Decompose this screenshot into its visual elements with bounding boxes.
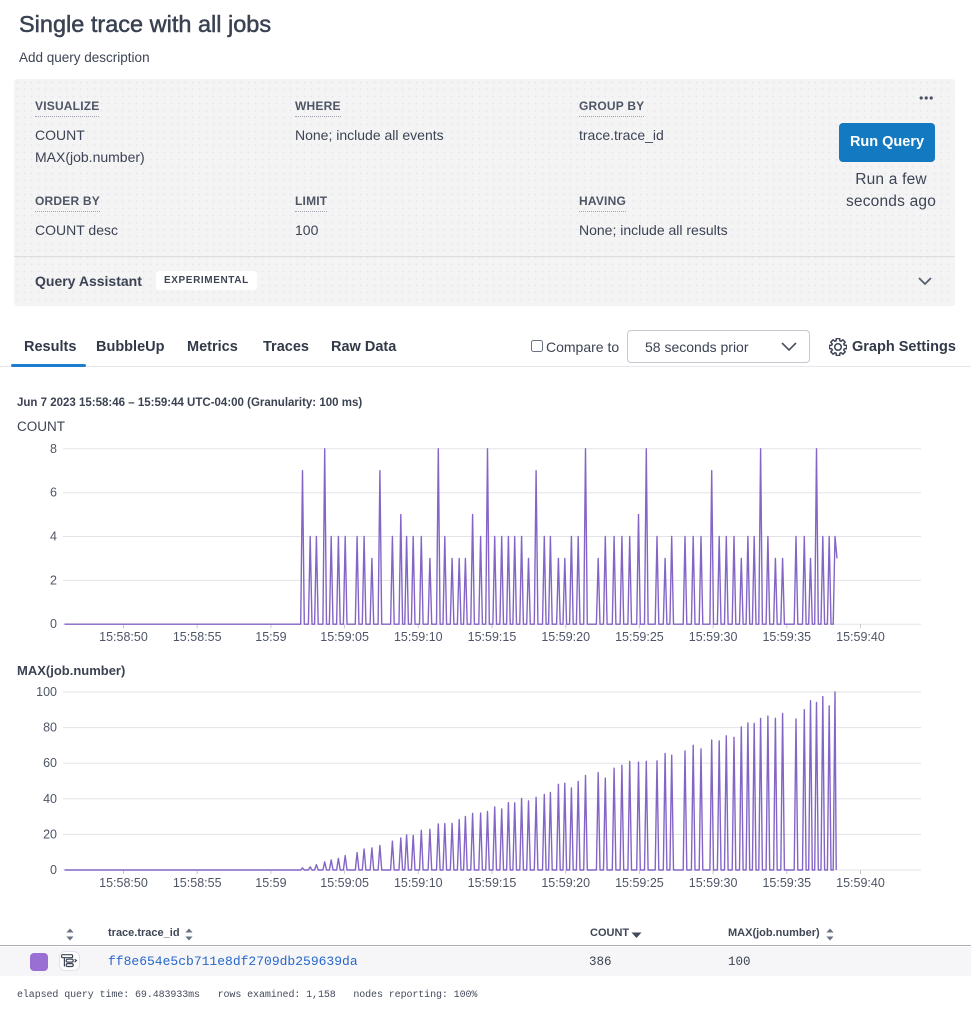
svg-text:15:59:25: 15:59:25	[615, 630, 664, 644]
svg-text:20: 20	[43, 827, 57, 841]
svg-text:15:59:20: 15:59:20	[541, 876, 590, 890]
svg-text:15:59:35: 15:59:35	[762, 630, 811, 644]
svg-text:60: 60	[43, 756, 57, 770]
svg-text:15:59:30: 15:59:30	[689, 876, 738, 890]
svg-text:15:58:50: 15:58:50	[99, 630, 148, 644]
svg-text:15:59:15: 15:59:15	[468, 876, 517, 890]
svg-text:100: 100	[36, 685, 57, 699]
svg-text:15:59:05: 15:59:05	[320, 876, 369, 890]
svg-text:15:59:35: 15:59:35	[762, 876, 811, 890]
svg-text:40: 40	[43, 792, 57, 806]
svg-text:15:59:10: 15:59:10	[394, 876, 443, 890]
svg-text:15:59:10: 15:59:10	[394, 630, 443, 644]
svg-text:15:58:55: 15:58:55	[173, 876, 222, 890]
svg-text:15:59:25: 15:59:25	[615, 876, 664, 890]
svg-text:15:59:40: 15:59:40	[836, 876, 885, 890]
svg-text:6: 6	[50, 486, 57, 500]
svg-text:15:59:05: 15:59:05	[320, 630, 369, 644]
svg-text:15:59:40: 15:59:40	[836, 630, 885, 644]
svg-text:80: 80	[43, 721, 57, 735]
svg-text:0: 0	[50, 863, 57, 877]
svg-text:0: 0	[50, 617, 57, 631]
svg-text:15:58:50: 15:58:50	[99, 876, 148, 890]
svg-text:15:59:30: 15:59:30	[689, 630, 738, 644]
svg-text:8: 8	[50, 442, 57, 456]
svg-text:4: 4	[50, 530, 57, 544]
svg-text:15:59:15: 15:59:15	[468, 630, 517, 644]
svg-text:2: 2	[50, 573, 57, 587]
svg-text:15:59:20: 15:59:20	[541, 630, 590, 644]
svg-text:15:58:55: 15:58:55	[173, 630, 222, 644]
svg-text:15:59: 15:59	[255, 630, 286, 644]
svg-text:15:59: 15:59	[255, 876, 286, 890]
